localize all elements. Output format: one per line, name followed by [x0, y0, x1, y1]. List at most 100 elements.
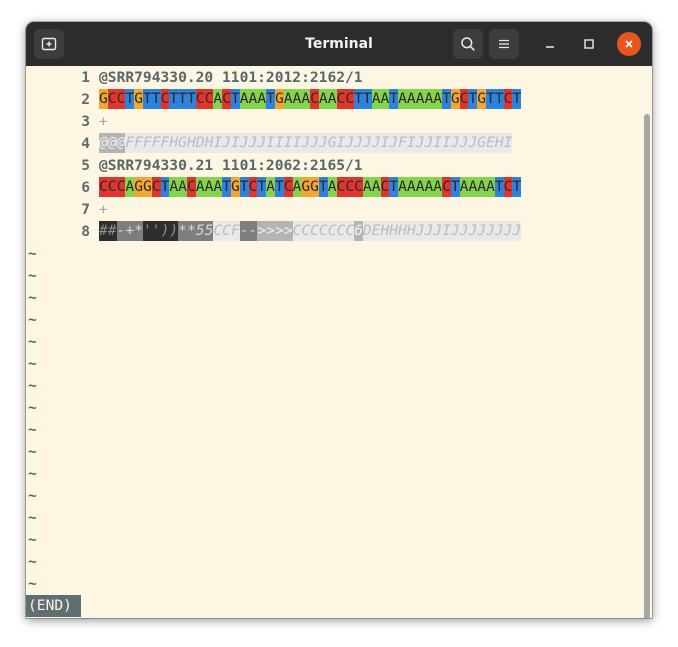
quality-char: F	[134, 133, 143, 153]
quality-char: I	[274, 133, 284, 153]
line-number: 6	[81, 179, 90, 196]
tilde-marker: ~	[28, 575, 37, 592]
minimize-button[interactable]	[538, 32, 562, 56]
quality-char: G	[327, 133, 337, 153]
nucleotide: G	[99, 89, 108, 109]
new-tab-button[interactable]	[34, 29, 64, 59]
quality-char: 5	[204, 221, 214, 241]
quality-char: )	[169, 221, 179, 241]
nucleotide: C	[380, 177, 390, 197]
title-bar: Terminal	[26, 22, 652, 66]
quality-char: I	[380, 133, 390, 153]
quality-char: J	[450, 221, 460, 241]
nucleotide: C	[204, 89, 214, 109]
close-button[interactable]	[617, 32, 641, 56]
quality-char: J	[310, 133, 319, 153]
nucleotide: C	[107, 177, 117, 197]
nucleotide: T	[160, 177, 170, 197]
nucleotide: C	[107, 89, 117, 109]
quality-char: *	[186, 221, 196, 241]
quality-char: C	[310, 221, 319, 241]
pager-status: (END)	[26, 595, 81, 617]
quality-char: I	[442, 221, 451, 241]
quality-char: I	[292, 133, 302, 153]
nucleotide: T	[222, 177, 231, 197]
nucleotide: A	[468, 177, 478, 197]
nucleotide: A	[459, 177, 469, 197]
nucleotide: T	[125, 89, 135, 109]
nucleotide: A	[301, 89, 311, 109]
nucleotide: C	[248, 177, 258, 197]
quality-char: F	[125, 133, 135, 153]
nucleotide: G	[230, 177, 240, 197]
quality-char: I	[230, 133, 240, 153]
quality-char: C	[336, 221, 346, 241]
nucleotide: C	[345, 89, 355, 109]
quality-char: >	[274, 221, 284, 241]
quality-char: J	[433, 221, 443, 241]
maximize-button[interactable]	[577, 32, 601, 56]
nucleotide: A	[433, 89, 443, 109]
nucleotide: C	[116, 89, 126, 109]
quality-char: I	[503, 133, 513, 153]
quality-char: C	[222, 221, 231, 241]
quality-char: J	[468, 133, 478, 153]
nucleotide: A	[415, 177, 425, 197]
quality-char: J	[477, 221, 487, 241]
quality-char: H	[389, 221, 399, 241]
nucleotide: T	[389, 177, 399, 197]
nucleotide: T	[442, 89, 451, 109]
quality-char: -	[239, 221, 249, 241]
nucleotide: A	[398, 177, 407, 197]
search-button[interactable]	[453, 29, 483, 59]
quality-char: J	[354, 133, 363, 153]
menu-button[interactable]	[489, 29, 519, 59]
nucleotide: C	[503, 177, 513, 197]
quality-scores: @@@FFFFFHGHDHIJIJJJIIIIJJJGIJJJJIJFIJJII…	[99, 133, 513, 155]
tilde-marker: ~	[28, 311, 37, 328]
line-number: 7	[81, 201, 90, 218]
nucleotide: T	[239, 177, 249, 197]
nucleotide: T	[362, 89, 372, 109]
nucleotide: C	[151, 177, 161, 197]
nucleotide: T	[274, 177, 284, 197]
quality-char: J	[371, 133, 381, 153]
quality-char: H	[169, 133, 179, 153]
quality-char: 5	[195, 221, 205, 241]
read-header: @SRR794330.21 1101:2062:2165/1	[99, 157, 363, 174]
terminal-window: Terminal 1 @SRR794330.20 1101:2012:2162/…	[26, 22, 652, 618]
quality-char: C	[301, 221, 311, 241]
tilde-marker: ~	[28, 245, 37, 262]
line-number: 4	[81, 135, 90, 152]
nucleotide: C	[310, 89, 319, 109]
nucleotide: A	[371, 177, 381, 197]
nucleotide: C	[116, 177, 126, 197]
nucleotide: C	[283, 177, 293, 197]
tilde-marker: ~	[28, 289, 37, 306]
nucleotide: A	[283, 89, 293, 109]
line-number: 2	[81, 91, 90, 108]
line-number: 5	[81, 157, 90, 174]
scrollbar[interactable]	[644, 114, 650, 618]
nucleotide: G	[450, 89, 460, 109]
line-number: 3	[81, 113, 90, 130]
quality-char: @	[99, 133, 108, 153]
quality-char: J	[494, 221, 504, 241]
nucleotide: A	[213, 89, 223, 109]
quality-char: +	[125, 221, 135, 241]
quality-scores: ##-+*''))**55CCF-->>>>CCCCCCC6DEHHHHJJJI…	[99, 221, 522, 243]
nucleotide: T	[512, 177, 522, 197]
nucleotide: T	[512, 89, 522, 109]
nucleotide: C	[503, 89, 513, 109]
nucleotide: T	[389, 89, 399, 109]
nucleotide: T	[266, 89, 275, 109]
quality-char: *	[178, 221, 187, 241]
quality-char: *	[134, 221, 143, 241]
nucleotide: T	[450, 177, 460, 197]
line-number: 8	[81, 223, 90, 240]
quality-char: G	[477, 133, 487, 153]
quality-char: I	[213, 133, 223, 153]
terminal-content[interactable]: 1 @SRR794330.20 1101:2012:2162/1 2 GCCTGTTC…	[26, 66, 652, 618]
nucleotide: C	[186, 177, 196, 197]
nucleotide: A	[266, 177, 275, 197]
